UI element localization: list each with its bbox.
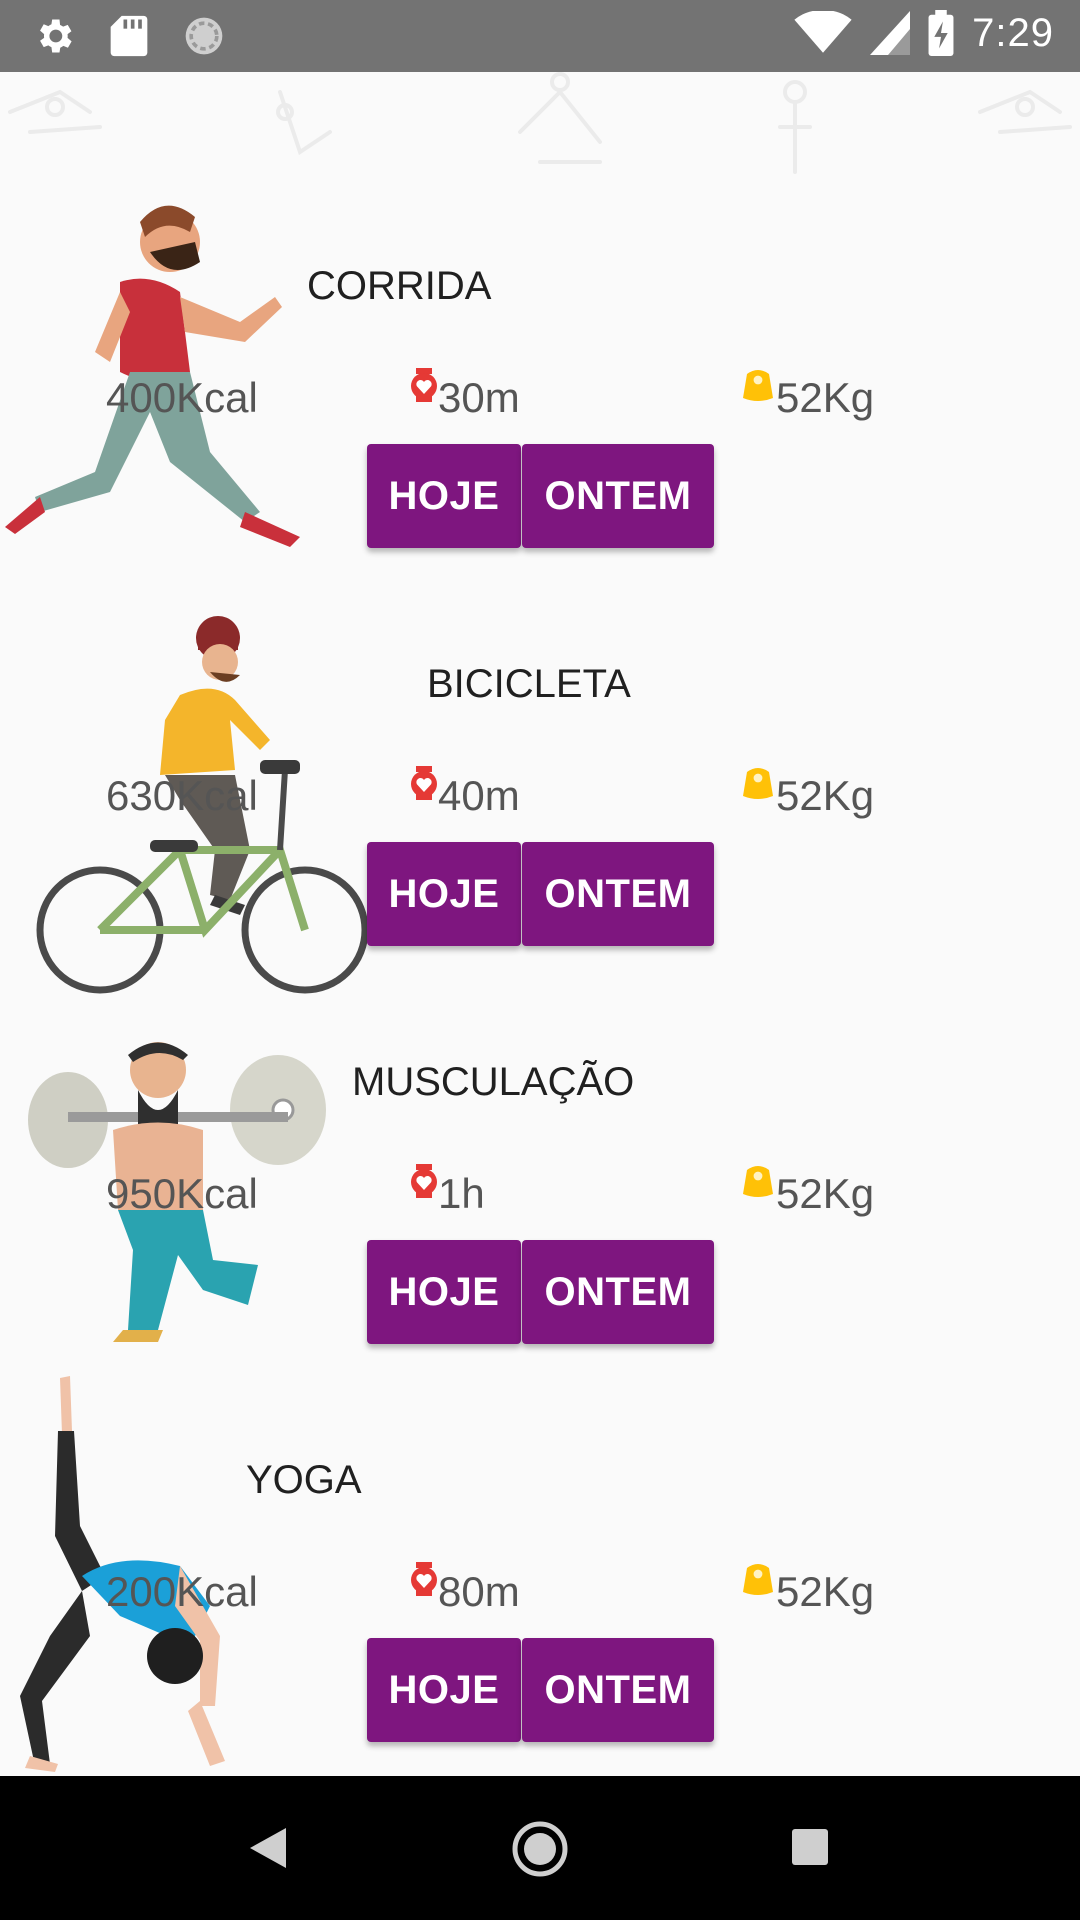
- activity-card-corrida: CORRIDA 400Kcal 30m 52Kg HOJE ONTEM: [0, 182, 1080, 580]
- today-button[interactable]: HOJE: [367, 1240, 521, 1344]
- activity-title: YOGA: [246, 1458, 362, 1502]
- clock: 7:29: [972, 10, 1054, 55]
- duration-value: 40m: [438, 772, 520, 819]
- duration-value: 30m: [438, 374, 520, 421]
- calories-value: 630Kcal: [106, 772, 258, 819]
- weight-scale-icon: [743, 768, 773, 799]
- wifi-icon: [794, 11, 852, 53]
- calories-value: 950Kcal: [106, 1170, 258, 1217]
- weight-scale-icon: [743, 370, 773, 401]
- duration-value: 1h: [438, 1170, 485, 1217]
- yesterday-button[interactable]: ONTEM: [522, 842, 714, 946]
- activity-card-bicicleta: BICICLETA 630Kcal 40m 52Kg HOJE ONTEM: [0, 580, 1080, 994]
- duration-value: 80m: [438, 1568, 520, 1615]
- calories-value: 200Kcal: [106, 1568, 258, 1615]
- weight-scale-icon: [743, 1564, 773, 1595]
- activity-list: CORRIDA 400Kcal 30m 52Kg HOJE ONTEM BICI…: [0, 72, 1080, 1776]
- weight-value: 52Kg: [776, 1170, 875, 1217]
- back-icon[interactable]: [248, 1826, 290, 1870]
- navigation-bar: [0, 1776, 1080, 1920]
- activity-card-musculacao: MUSCULAÇÃO 950Kcal 1h 52Kg HOJE ONTEM: [0, 978, 1080, 1376]
- heart-rate-icon: [411, 1562, 437, 1596]
- sync-icon: [185, 17, 223, 55]
- home-icon[interactable]: [511, 1820, 569, 1878]
- today-button[interactable]: HOJE: [367, 842, 521, 946]
- sd-card-icon: [110, 15, 148, 57]
- activity-title: BICICLETA: [427, 662, 631, 706]
- settings-icon: [40, 19, 72, 53]
- weight-value: 52Kg: [776, 374, 875, 421]
- cell-signal-icon: [870, 11, 911, 55]
- status-bar: 7:29: [0, 0, 1080, 72]
- heart-rate-icon: [411, 368, 437, 402]
- yesterday-button[interactable]: ONTEM: [522, 1638, 714, 1742]
- heart-rate-icon: [411, 766, 437, 800]
- weight-value: 52Kg: [776, 772, 875, 819]
- battery-charging-icon: [928, 10, 954, 56]
- today-button[interactable]: HOJE: [367, 444, 521, 548]
- recents-icon[interactable]: [791, 1828, 829, 1866]
- activity-card-yoga: YOGA 200Kcal 80m 52Kg HOJE ONTEM: [0, 1376, 1080, 1774]
- yesterday-button[interactable]: ONTEM: [522, 444, 714, 548]
- activity-title: MUSCULAÇÃO: [352, 1060, 635, 1104]
- activity-title: CORRIDA: [307, 264, 492, 308]
- runner-illustration-icon: [5, 205, 300, 547]
- calories-value: 400Kcal: [106, 374, 258, 421]
- yesterday-button[interactable]: ONTEM: [522, 1240, 714, 1344]
- heart-rate-icon: [411, 1164, 437, 1198]
- weight-scale-icon: [743, 1166, 773, 1197]
- weight-value: 52Kg: [776, 1568, 875, 1615]
- today-button[interactable]: HOJE: [367, 1638, 521, 1742]
